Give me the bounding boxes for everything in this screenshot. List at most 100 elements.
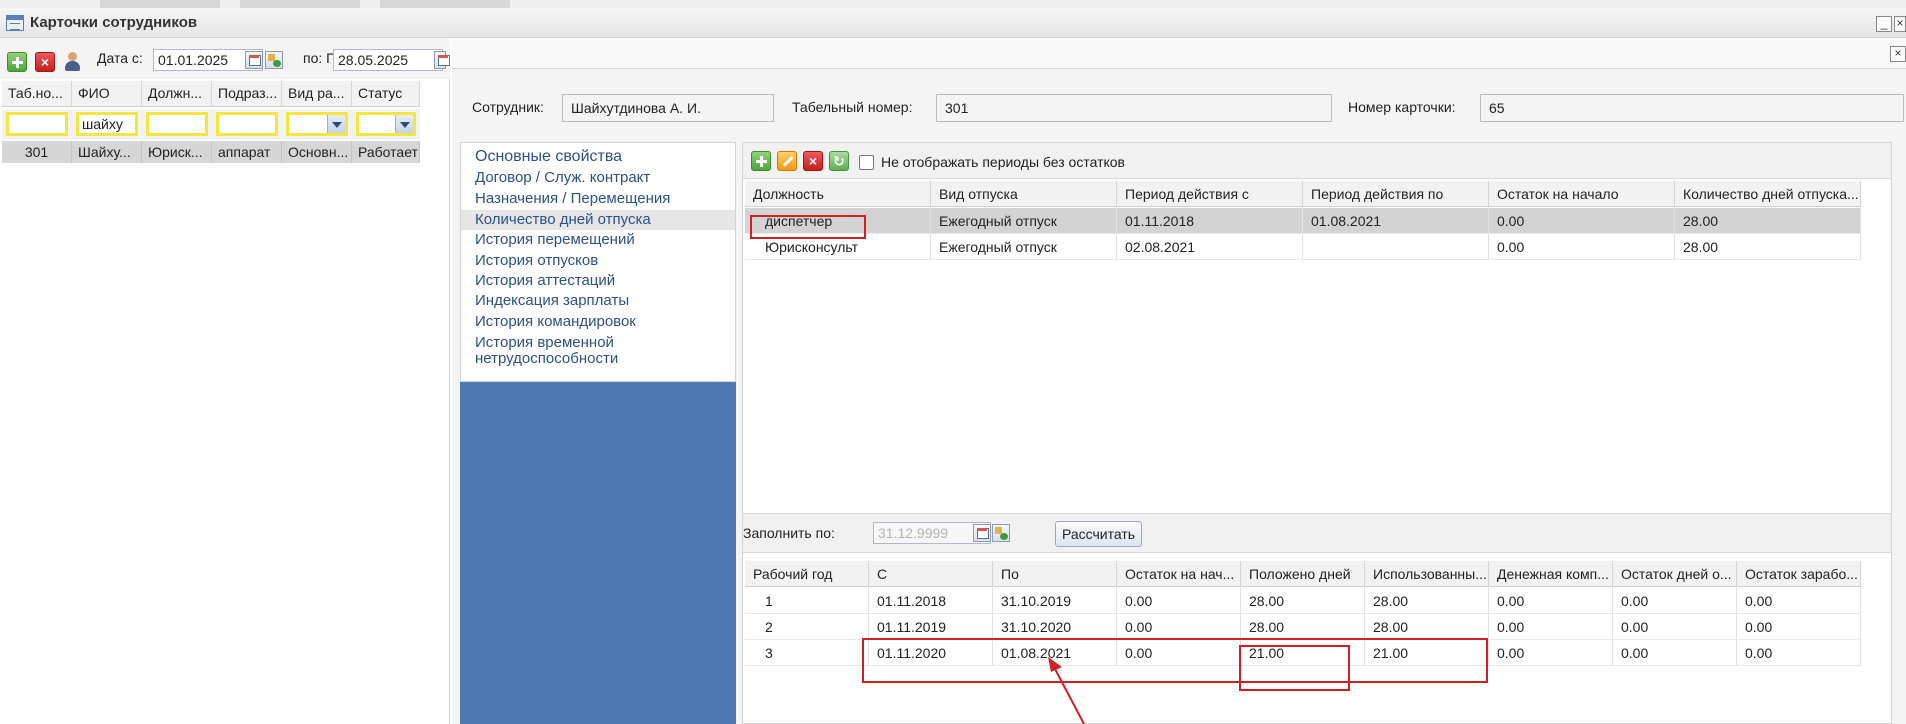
table-cell: 0.00 <box>1117 588 1241 614</box>
date-picker-icon[interactable] <box>265 51 283 69</box>
filter-department-input[interactable] <box>216 112 278 136</box>
filter-cell <box>212 109 282 139</box>
table-cell: Шайху... <box>72 141 142 163</box>
table-cell <box>1303 234 1489 260</box>
col-header-fio[interactable]: ФИО <box>72 81 142 107</box>
employee-field[interactable]: Шайхутдинова А. И. <box>562 94 774 122</box>
table-cell: 28.00 <box>1365 588 1489 614</box>
hide-empty-periods-checkbox[interactable] <box>859 155 874 170</box>
user-icon[interactable] <box>62 51 82 71</box>
table-cell: 02.08.2021 <box>1117 234 1303 260</box>
col-header-work-type[interactable]: Вид ра... <box>282 81 352 107</box>
card-number-field[interactable]: 65 <box>1480 94 1904 122</box>
filter-position-input[interactable] <box>146 112 208 136</box>
add-icon[interactable] <box>7 52 27 72</box>
col-header-start-balance[interactable]: Остаток на начало <box>1489 181 1675 207</box>
col-header-tab-number[interactable]: Таб.но... <box>2 81 72 107</box>
nav-item-sick-leave-line1: История временной <box>475 334 614 351</box>
col-header-from[interactable]: С <box>869 561 993 587</box>
table-cell: диспетчер <box>745 208 931 234</box>
col-header-department[interactable]: Подраз... <box>212 81 282 107</box>
table-cell: Основн... <box>282 141 352 163</box>
vacation-toolbar: × ↻ Не отображать периоды без остатков <box>743 143 1891 179</box>
filter-fio-input[interactable]: шайху <box>76 112 138 136</box>
nav-item-salary-indexation[interactable]: Индексация зарплаты <box>461 293 735 309</box>
col-header-used-days[interactable]: Использованны... <box>1365 561 1489 587</box>
date-to-field[interactable]: 28.05.2025 <box>333 49 443 71</box>
table-cell: 21.00 <box>1241 640 1365 666</box>
table-cell: Ежегодный отпуск <box>931 208 1117 234</box>
col-header-remaining-days[interactable]: Остаток дней о... <box>1613 561 1737 587</box>
table-cell: 28.00 <box>1241 614 1365 640</box>
calendar-icon[interactable] <box>973 524 991 542</box>
col-header-work-year[interactable]: Рабочий год <box>745 561 869 587</box>
table-cell: 0.00 <box>1613 588 1737 614</box>
table-cell: 01.11.2020 <box>869 640 993 666</box>
date-from-label: Дата с: <box>97 50 143 66</box>
filter-cell <box>2 109 72 139</box>
vacation-days-section: × ↻ Не отображать периоды без остатков Д… <box>742 142 1892 724</box>
filter-status-select[interactable] <box>356 112 416 136</box>
calculate-button[interactable]: Рассчитать <box>1055 521 1143 547</box>
col-header-compensation[interactable]: Денежная комп... <box>1489 561 1613 587</box>
col-header-period-from[interactable]: Период действия с <box>1117 181 1303 207</box>
tab-number-label: Табельный номер: <box>792 99 913 115</box>
col-header-position[interactable]: Должн... <box>142 81 212 107</box>
table-cell: 0.00 <box>1737 640 1861 666</box>
close-button[interactable]: × <box>1894 16 1906 32</box>
table-cell: 0.00 <box>1489 588 1613 614</box>
col-header-status[interactable]: Статус <box>352 81 420 107</box>
table-cell: 01.11.2018 <box>869 588 993 614</box>
col-header-position[interactable]: Должность <box>745 181 931 207</box>
top-strip-block <box>240 0 360 8</box>
window-titlebar: Карточки сотрудников _ × <box>0 8 1906 38</box>
nav-item-attestation-history[interactable]: История аттестаций <box>461 273 735 289</box>
chevron-down-icon[interactable] <box>395 115 413 133</box>
filter-tab-number-input[interactable] <box>6 112 68 136</box>
col-header-to[interactable]: По <box>993 561 1117 587</box>
date-picker-icon[interactable] <box>992 524 1010 542</box>
nav-item-transfer-history[interactable]: История перемещений <box>461 232 735 248</box>
table-cell: 28.00 <box>1241 588 1365 614</box>
table-cell: 01.08.2021 <box>1303 208 1489 234</box>
table-cell: 301 <box>2 141 72 163</box>
table-cell: Работает <box>352 141 420 163</box>
tab-number-field[interactable]: 301 <box>936 94 1332 122</box>
calendar-icon[interactable] <box>434 51 450 69</box>
employee-card-panel: × Сотрудник: Шайхутдинова А. И. Табельны… <box>452 39 1906 724</box>
table-cell: 0.00 <box>1489 234 1675 260</box>
nav-item-assignments[interactable]: Назначения / Перемещения <box>461 191 735 207</box>
calendar-icon[interactable] <box>245 51 263 69</box>
delete-icon[interactable]: × <box>35 52 55 72</box>
nav-item-sick-leave-line2: нетрудоспособности <box>475 350 619 367</box>
table-cell: 0.00 <box>1489 208 1675 234</box>
table-cell: 2 <box>745 614 869 640</box>
table-cell: 28.00 <box>1365 614 1489 640</box>
right-panel-header: × <box>452 39 1906 69</box>
add-icon[interactable] <box>751 151 771 171</box>
col-header-remaining-earned[interactable]: Остаток зарабо... <box>1737 561 1861 587</box>
refresh-icon[interactable]: ↻ <box>829 151 849 171</box>
filter-work-type-select[interactable] <box>286 112 348 136</box>
nav-item-main-properties[interactable]: Основные свойства <box>461 149 735 165</box>
table-cell: 0.00 <box>1613 614 1737 640</box>
chevron-down-icon[interactable] <box>327 115 345 133</box>
table-cell: 1 <box>745 588 869 614</box>
col-header-vacation-type[interactable]: Вид отпуска <box>931 181 1117 207</box>
col-header-entitled-days[interactable]: Положено дней <box>1241 561 1365 587</box>
col-header-start-balance[interactable]: Остаток на нач... <box>1117 561 1241 587</box>
edit-icon[interactable] <box>777 151 797 171</box>
nav-item-vacation-history[interactable]: История отпусков <box>461 253 735 269</box>
close-button[interactable]: × <box>1890 46 1906 62</box>
filter-cell <box>282 109 352 139</box>
nav-item-vacation-days[interactable]: Количество дней отпуска <box>461 210 735 230</box>
col-header-period-to[interactable]: Период действия по <box>1303 181 1489 207</box>
col-header-vacation-days-count[interactable]: Количество дней отпуска... <box>1675 181 1861 207</box>
delete-icon[interactable]: × <box>803 151 823 171</box>
minimize-button[interactable]: _ <box>1876 16 1892 32</box>
nav-item-contract[interactable]: Договор / Служ. контракт <box>461 170 735 186</box>
table-cell: 0.00 <box>1489 614 1613 640</box>
left-toolbar: × Дата с: 01.01.2025 по: П 28.05.2025 <box>0 39 450 79</box>
nav-item-business-trips[interactable]: История командировок <box>461 314 735 330</box>
card-section-nav: Основные свойства Договор / Служ. контра… <box>460 142 736 382</box>
